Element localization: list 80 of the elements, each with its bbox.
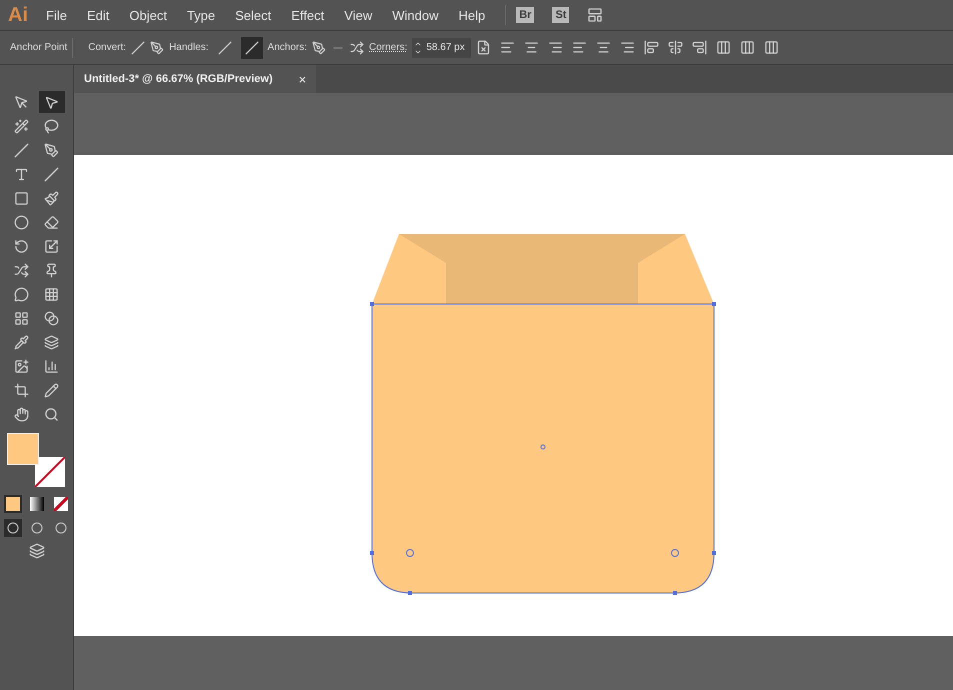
menu-item[interactable]: Object [129, 8, 167, 22]
blend-icon [44, 310, 59, 326]
color-mode-button[interactable] [28, 495, 46, 513]
align-center-icon[interactable] [524, 40, 539, 55]
color-mode-button[interactable] [52, 495, 70, 513]
fill-swatch[interactable] [6, 433, 38, 465]
crop-icon [14, 382, 29, 398]
columns-icon[interactable] [716, 40, 731, 55]
magic-wand-icon [14, 118, 29, 134]
pin-icon [44, 262, 59, 278]
pen-icon [44, 142, 59, 158]
letter-t-icon [14, 166, 29, 182]
circle-icon [54, 522, 66, 534]
search-icon [44, 406, 59, 422]
scale-icon [44, 238, 59, 254]
circle-icon [30, 522, 42, 534]
align-right-icon[interactable] [548, 40, 563, 55]
handles-label: Handles: [169, 42, 209, 53]
corners-label: Corners: [369, 42, 408, 53]
layout-icon[interactable] [587, 7, 604, 23]
handle-toggle-button[interactable] [240, 36, 263, 58]
circle-icon [14, 214, 29, 230]
brush-icon [44, 190, 59, 206]
align-left-icon[interactable] [572, 40, 587, 55]
columns-icon[interactable] [740, 40, 755, 55]
arrow-icon [44, 94, 59, 110]
pencil-icon [44, 382, 59, 398]
pen-icon[interactable] [150, 40, 164, 54]
columns-icon[interactable] [764, 40, 779, 55]
direct-selection-tool[interactable] [38, 91, 64, 113]
app-logo: Ai [8, 4, 28, 26]
control-title: Anchor Point [10, 42, 68, 53]
align-left-icon[interactable] [500, 40, 515, 55]
menu-item[interactable]: Window [392, 8, 438, 22]
menu-item[interactable]: View [344, 8, 372, 22]
bar-chart-icon [44, 358, 59, 374]
align-middle-icon[interactable] [668, 40, 683, 55]
color-mode-button[interactable] [4, 495, 22, 513]
diagonal-line-icon[interactable] [131, 40, 146, 54]
rotate-icon [14, 238, 29, 254]
corners-field[interactable]: 58.67 px [412, 38, 471, 58]
menu-item[interactable]: Type [186, 8, 216, 22]
four-squares-icon [14, 310, 29, 326]
arrow-outline-icon [14, 94, 29, 110]
draw-mode-button[interactable] [4, 519, 22, 537]
app-badge[interactable]: Br [516, 7, 534, 23]
layers-icon [44, 334, 59, 350]
diagonal-line-icon [44, 166, 59, 182]
convert-label: Convert: [88, 42, 126, 53]
align-bottom-icon[interactable] [692, 40, 707, 55]
image-icon [14, 358, 29, 374]
layers-icon[interactable] [28, 543, 44, 559]
diagonal-line-icon [218, 40, 232, 54]
menu-item[interactable]: Select [235, 8, 272, 22]
eraser-icon [44, 214, 59, 230]
close-button[interactable]: × [298, 72, 306, 86]
menu-item[interactable]: Edit [86, 8, 110, 22]
align-right-icon[interactable] [620, 40, 635, 55]
menu-item[interactable]: Effect [291, 8, 324, 22]
diagonal-line-icon [14, 142, 29, 158]
diagonal-line-icon [244, 40, 259, 54]
square-icon [14, 190, 29, 206]
anchors-label: Anchors: [268, 42, 307, 53]
app-badge[interactable]: St [552, 7, 570, 23]
align-top-icon[interactable] [644, 40, 659, 55]
lasso-icon [44, 118, 59, 134]
grid-icon [44, 286, 59, 302]
circle-icon [6, 522, 18, 534]
hand-icon [14, 406, 29, 422]
speech-bubble-icon [14, 286, 29, 302]
stroke-swatch[interactable] [34, 457, 64, 487]
shuffle-icon[interactable] [350, 40, 364, 54]
menu-item[interactable]: Help [458, 8, 486, 22]
pipette-icon [14, 334, 29, 350]
pen-icon[interactable] [312, 40, 326, 54]
align-center-icon[interactable] [596, 40, 611, 55]
document-tab[interactable]: Untitled-3* @ 66.67% (RGB/Preview) × [74, 65, 316, 93]
menu-item[interactable]: File [46, 8, 67, 22]
document-icon[interactable] [476, 40, 491, 55]
shuffle-icon [14, 262, 29, 278]
